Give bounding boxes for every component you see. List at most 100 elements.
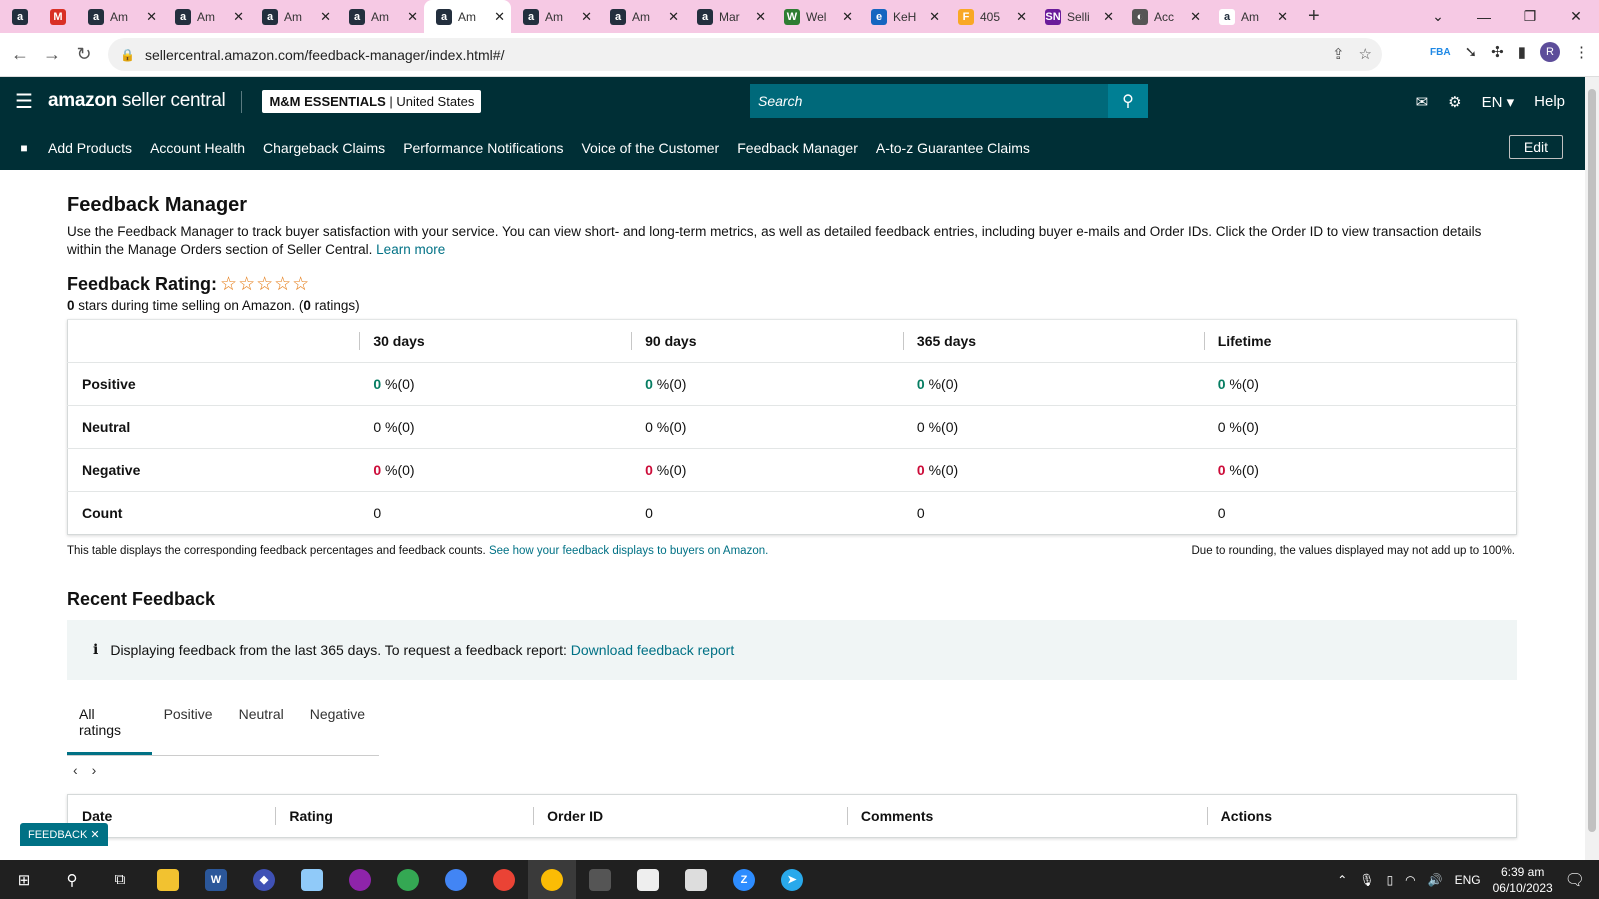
browser-tab[interactable]: ◐ Acc ✕ (1120, 0, 1207, 33)
feedback-widget-button[interactable]: FEEDBACK ✕ (20, 823, 108, 846)
tab-close-icon[interactable]: ✕ (755, 9, 766, 25)
image-app-icon[interactable] (672, 860, 720, 899)
zoom-icon[interactable]: Z (720, 860, 768, 899)
language-selector[interactable]: EN ▾ (1482, 93, 1515, 111)
filter-tab[interactable]: Negative (298, 694, 379, 755)
nav-item[interactable]: A-to-z Guarantee Claims (876, 140, 1030, 156)
tab-close-icon[interactable]: ✕ (494, 9, 505, 25)
edit-nav-button[interactable]: Edit (1508, 135, 1563, 159)
tab-close-icon[interactable]: ✕ (233, 9, 244, 25)
bookmark-star-icon[interactable]: ☆ (1359, 45, 1372, 63)
chrome-profile-icon[interactable] (432, 860, 480, 899)
filter-tab[interactable]: Positive (152, 694, 227, 755)
browser-tab[interactable]: a Am ✕ (511, 0, 598, 33)
recent-column-header[interactable]: Order ID (533, 795, 847, 838)
url-bar[interactable]: 🔒 sellercentral.amazon.com/feedback-mana… (108, 38, 1382, 71)
download-report-link[interactable]: Download feedback report (571, 642, 734, 658)
chevron-left-icon[interactable]: ‹ (73, 762, 78, 778)
app-shield-icon[interactable]: ◆ (240, 860, 288, 899)
wifi-icon[interactable]: ◠ (1405, 873, 1415, 887)
tab-close-icon[interactable]: ✕ (581, 9, 592, 25)
new-tab-button[interactable]: + (1294, 5, 1334, 28)
mail-icon[interactable]: ✉ (1416, 93, 1429, 111)
browser-tab[interactable]: a Am ✕ (337, 0, 424, 33)
nav-item[interactable]: Add Products (48, 140, 132, 156)
tab-close-icon[interactable]: ✕ (146, 9, 157, 25)
search-input[interactable]: Search (750, 84, 1108, 118)
nav-item[interactable]: Performance Notifications (403, 140, 563, 156)
nav-item[interactable]: Chargeback Claims (263, 140, 385, 156)
profile-avatar[interactable]: R (1540, 42, 1560, 62)
nav-item[interactable]: Voice of the Customer (581, 140, 719, 156)
language-indicator[interactable]: ENG (1455, 873, 1481, 887)
telegram-icon[interactable]: ➤ (768, 860, 816, 899)
tab-close-icon[interactable]: ✕ (1103, 9, 1114, 25)
help-link[interactable]: Help (1534, 93, 1565, 110)
recent-column-header[interactable]: Actions (1206, 795, 1517, 838)
tab-close-icon[interactable]: ✕ (320, 9, 331, 25)
browser-tab[interactable]: a Am ✕ (76, 0, 163, 33)
search-icon[interactable]: ⚲ (1108, 84, 1148, 118)
filter-tab[interactable]: All ratings (67, 694, 152, 755)
tab-close-icon[interactable]: ✕ (842, 9, 853, 25)
browser-tab[interactable]: M (38, 0, 76, 33)
calculator-icon[interactable] (576, 860, 624, 899)
store-switcher[interactable]: M&M ESSENTIALS | United States (262, 90, 482, 113)
tab-close-icon[interactable]: ✕ (668, 9, 679, 25)
restore-button[interactable]: ❐ (1507, 8, 1553, 25)
close-window-button[interactable]: ✕ (1553, 8, 1599, 25)
notifications-icon[interactable]: 🗨 (1565, 870, 1585, 890)
browser-tab[interactable]: a Am ✕ (424, 0, 511, 33)
lock-icon[interactable]: 🔒 (120, 48, 135, 62)
browser-menu-icon[interactable]: ⋮ (1574, 43, 1589, 61)
tab-close-icon[interactable]: ✕ (1190, 9, 1201, 25)
extensions-puzzle-icon[interactable]: ✣ (1491, 43, 1504, 61)
browser-tab[interactable]: W Wel ✕ (772, 0, 859, 33)
tab-close-icon[interactable]: ✕ (1277, 9, 1288, 25)
recent-column-header[interactable]: Rating (275, 795, 533, 838)
chevron-up-icon[interactable]: ⌃ (1337, 873, 1347, 887)
tab-close-icon[interactable]: ✕ (929, 9, 940, 25)
side-panel-icon[interactable]: ▮ (1518, 43, 1526, 61)
recent-column-header[interactable]: Comments (846, 795, 1207, 838)
browser-tab[interactable]: a Mar ✕ (685, 0, 772, 33)
tab-close-icon[interactable]: ✕ (407, 9, 418, 25)
windows-start-icon[interactable]: ⊞ (0, 860, 48, 899)
browser-tab[interactable]: e KeH ✕ (859, 0, 946, 33)
browser-tab[interactable]: a Am ✕ (598, 0, 685, 33)
taskbar-search-icon[interactable]: ⚲ (48, 860, 96, 899)
browser-tab[interactable]: a Am ✕ (163, 0, 250, 33)
cursor-extension-icon[interactable]: ➘ (1465, 43, 1478, 61)
hamburger-menu-icon[interactable]: ☰ (0, 89, 48, 114)
scrollbar-thumb[interactable] (1588, 89, 1596, 832)
filter-tab[interactable]: Neutral (227, 694, 298, 755)
chevron-right-icon[interactable]: › (92, 762, 97, 778)
browser-tab[interactable]: a Am ✕ (250, 0, 337, 33)
chart-app-icon[interactable] (624, 860, 672, 899)
file-explorer-icon[interactable] (144, 860, 192, 899)
back-icon[interactable]: ← (4, 44, 36, 65)
nav-item[interactable]: Account Health (150, 140, 245, 156)
browser-tab[interactable]: SN Selli ✕ (1033, 0, 1120, 33)
microphone-icon[interactable]: 🎙 (1359, 873, 1374, 887)
messenger-icon[interactable] (336, 860, 384, 899)
gear-icon[interactable]: ⚙ (1448, 93, 1461, 111)
nav-item[interactable]: Feedback Manager (737, 140, 858, 156)
chrome-icon[interactable] (384, 860, 432, 899)
page-scrollbar[interactable] (1585, 77, 1599, 860)
chrome-active-icon[interactable] (528, 860, 576, 899)
reload-icon[interactable]: ↻ (68, 44, 100, 65)
browser-tab[interactable]: a (0, 0, 38, 33)
word-icon[interactable]: W (192, 860, 240, 899)
fba-extension-icon[interactable]: FBA (1430, 47, 1451, 58)
tab-close-icon[interactable]: ✕ (1016, 9, 1027, 25)
bookmark-icon[interactable]: ■ (0, 141, 48, 155)
browser-tab[interactable]: a Am ✕ (1207, 0, 1294, 33)
forward-icon[interactable]: → (36, 44, 68, 65)
clock[interactable]: 6:39 am 06/10/2023 (1493, 864, 1553, 896)
battery-icon[interactable]: ▯ (1387, 873, 1394, 887)
volume-icon[interactable]: 🔊 (1428, 873, 1443, 887)
tab-search-icon[interactable]: ⌄ (1415, 8, 1461, 25)
notes-app-icon[interactable] (288, 860, 336, 899)
chrome-profile-r-icon[interactable] (480, 860, 528, 899)
